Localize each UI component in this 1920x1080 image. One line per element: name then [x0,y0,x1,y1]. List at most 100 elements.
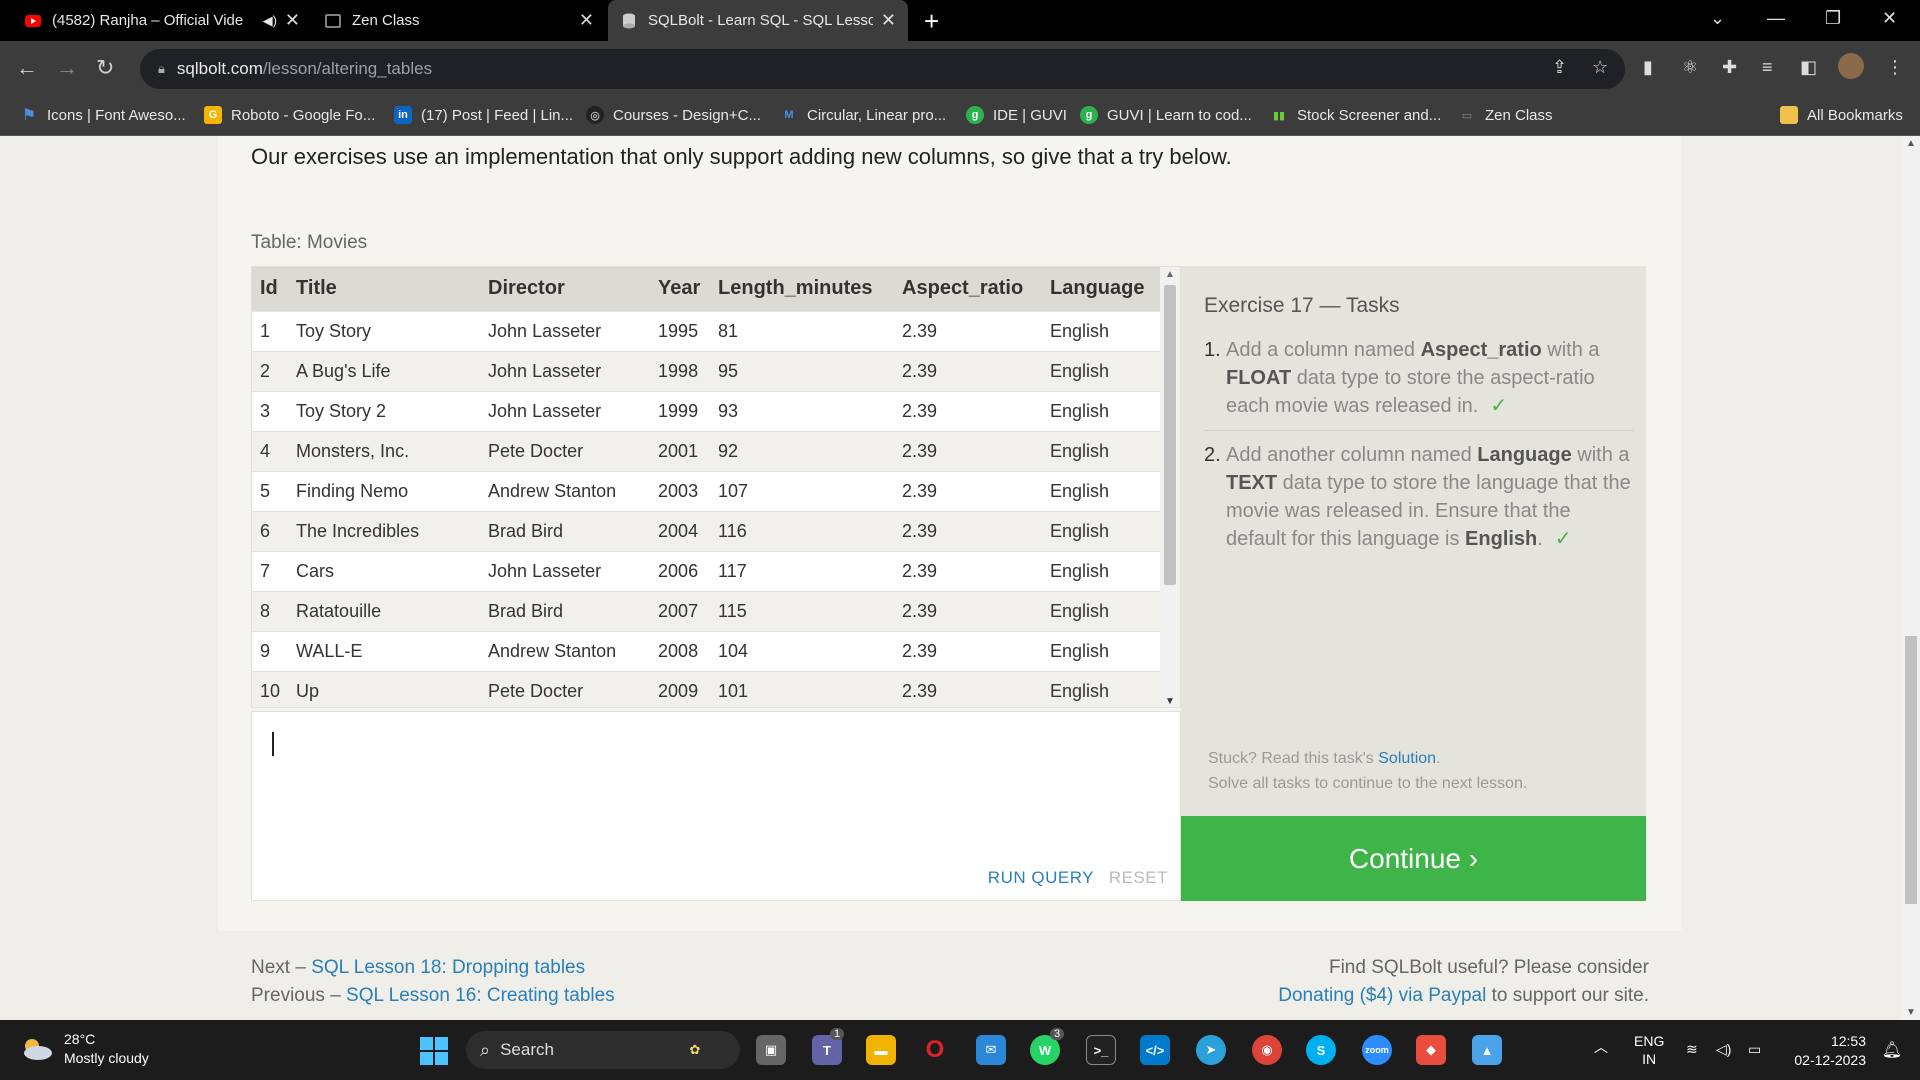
table-cell: Pete Docter [480,670,651,707]
run-query-button[interactable]: RUN QUERY [988,868,1094,888]
menu-icon[interactable]: ⋮ [1886,57,1904,78]
close-icon[interactable]: ✕ [881,10,896,31]
tasks-panel: Exercise 17 — Tasks 1. Add a column name… [1181,266,1646,901]
solution-link[interactable]: Solution [1378,750,1436,767]
battery-icon[interactable]: ▭ [1748,1040,1761,1058]
clock[interactable]: 12:53 02-12-2023 [1794,1032,1866,1070]
mail-icon[interactable]: ✉ [976,1035,1006,1065]
bookmark-item[interactable]: in (17) Post | Feed | Lin... [394,106,573,124]
language-indicator[interactable]: ENG IN [1634,1032,1664,1068]
page-scrollbar[interactable]: ▲ ▼ [1902,136,1920,1020]
address-domain: sqlbolt.com [176,59,263,78]
bookmark-item[interactable]: g IDE | GUVI [966,106,1067,124]
widget-flower-icon[interactable]: ✿ [680,1035,710,1065]
extension-icon[interactable]: ▮ [1643,57,1653,78]
scroll-up-icon[interactable]: ▲ [1906,138,1916,149]
previous-lesson-link[interactable]: SQL Lesson 16: Creating tables [346,985,615,1006]
close-window-button[interactable]: ✕ [1882,8,1897,29]
file-explorer-icon[interactable]: ▬ [866,1035,896,1065]
scroll-up-icon[interactable]: ▲ [1165,269,1175,280]
table-cell: 2.39 [894,310,1043,351]
column-header: Language [1042,267,1160,311]
telegram-icon[interactable]: ➤ [1196,1035,1226,1065]
windows-start-button[interactable] [420,1037,448,1065]
tab-search-icon[interactable]: ⌄ [1710,8,1725,29]
table-cell: 2.39 [894,550,1043,591]
bookmark-item[interactable]: ◎ Courses - Design+C... [586,106,761,124]
sidepanel-icon[interactable]: ◧ [1800,57,1817,78]
terminal-icon[interactable]: >_ [1086,1035,1116,1065]
close-icon[interactable]: ✕ [579,10,594,31]
tray-overflow-icon[interactable]: ︿ [1594,1038,1608,1056]
scrollbar-thumb[interactable] [1905,636,1917,904]
sql-editor[interactable]: RUN QUERY RESET [251,711,1181,901]
zoom-icon[interactable]: zoom [1362,1035,1392,1065]
table-cell: English [1042,350,1160,391]
table-cell: 2 [252,350,289,391]
puzzle-icon[interactable]: ✚ [1722,57,1737,78]
react-devtools-icon[interactable]: ⚛ [1682,57,1698,78]
column-header: Aspect_ratio [894,267,1043,311]
donate-link[interactable]: Donating ($4) via Paypal [1278,985,1486,1006]
opera-icon[interactable]: O [920,1035,950,1065]
share-icon[interactable]: ⇪ [1552,57,1567,78]
continue-button[interactable]: Continue › [1181,816,1646,901]
tab-label: Zen Class [352,12,420,29]
column-header: Length_minutes [710,267,895,311]
bookmark-item[interactable]: M Circular, Linear pro... [780,106,946,124]
minimize-button[interactable]: — [1767,8,1785,29]
address-bar[interactable]: 🔒︎ sqlbolt.com/lesson/altering_tables [140,49,1625,89]
media-icon[interactable]: ≡ [1762,57,1773,78]
lesson-card: Our exercises use an implementation that… [218,136,1681,931]
table-cell: 3 [252,390,289,431]
column-header: Id [252,267,289,311]
forward-button[interactable]: → [56,55,78,81]
chrome-icon[interactable]: ◉ [1252,1035,1282,1065]
table-row: 7 Cars John Lasseter 2006 117 2.39 English [252,550,1160,591]
reset-button[interactable]: RESET [1109,868,1168,888]
reload-button[interactable]: ↻ [96,55,114,81]
table-cell: 10 [252,670,289,707]
vscode-icon[interactable]: </> [1140,1035,1170,1065]
new-tab-button[interactable]: + [924,6,939,37]
skype-icon[interactable]: S [1306,1035,1336,1065]
all-bookmarks[interactable]: All Bookmarks [1780,106,1903,124]
results-table[interactable]: Id Title Director Year Length_minutes As… [251,266,1181,708]
bookmark-item[interactable]: ▭ Zen Class [1458,106,1553,124]
table-scrollbar[interactable]: ▲ ▼ [1160,267,1180,707]
table-cell: Brad Bird [480,510,651,551]
git-icon[interactable]: ◆ [1416,1035,1446,1065]
table-cell: 8 [252,590,289,631]
wifi-icon[interactable]: ≋ [1686,1040,1698,1058]
scroll-down-icon[interactable]: ▼ [1165,696,1175,707]
tab-youtube[interactable]: (4582) Ranjha – Official Vide ◀) ✕ [12,0,312,41]
table-cell: 1999 [650,390,711,431]
weather-widget[interactable]: 28°C Mostly cloudy [20,1030,149,1068]
photos-icon[interactable]: ▲ [1472,1035,1502,1065]
bookmark-item[interactable]: g GUVI | Learn to cod... [1080,106,1252,124]
table-cell: John Lasseter [480,310,651,351]
back-button[interactable]: ← [16,55,38,81]
speaker-icon[interactable]: ◀) [263,13,277,29]
table-cell: English [1042,470,1160,511]
bookmark-item[interactable]: ▮▮ Stock Screener and... [1270,106,1441,124]
next-lesson-link[interactable]: SQL Lesson 18: Dropping tables [311,957,585,978]
volume-icon[interactable]: ◁) [1716,1040,1731,1058]
windows-taskbar: 28°C Mostly cloudy ⌕ Search ✿ ▣ T 1 ▬ O … [0,1020,1920,1080]
notification-icon[interactable]: 🔔︎ [1882,1040,1902,1060]
table-row: 1 Toy Story John Lasseter 1995 81 2.39 English [252,310,1160,351]
restore-button[interactable]: ❐ [1825,8,1841,29]
star-icon[interactable]: ☆ [1592,57,1608,78]
bookmark-item[interactable]: ⚑ Icons | Font Aweso... [20,106,186,125]
avatar[interactable] [1838,53,1864,79]
tab-sqlbolt[interactable]: SQLBolt - Learn SQL - SQL Lesso ✕ [608,0,908,41]
table-cell: 2007 [650,590,711,631]
scroll-down-icon[interactable]: ▼ [1906,1007,1916,1018]
scrollbar-thumb[interactable] [1164,285,1176,585]
table-label: Table: Movies [251,232,368,253]
tab-zen-class[interactable]: Zen Class ✕ [312,0,606,41]
bookmark-item[interactable]: G Roboto - Google Fo... [204,106,375,124]
close-icon[interactable]: ✕ [285,10,300,31]
task-view-icon[interactable]: ▣ [756,1035,786,1065]
task-list: 1. Add a column named Aspect_ratio with … [1204,336,1634,573]
